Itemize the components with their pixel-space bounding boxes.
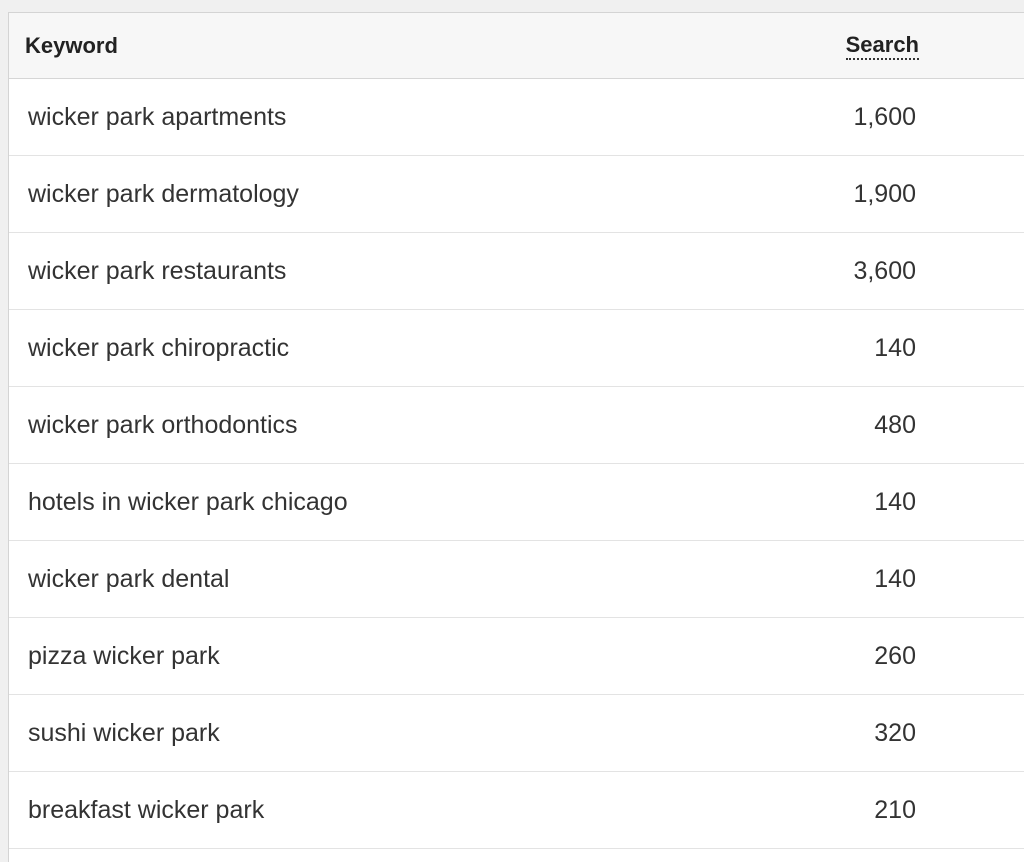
search-volume-cell: 1,900 [853,180,916,208]
table-row: wicker park dental 140 [9,541,1024,618]
table-row: wicker park orthodontics 480 [9,387,1024,464]
table-row: breakfast wicker park 210 [9,772,1024,849]
table-row: wicker park dermatology 1,900 [9,156,1024,233]
search-volume-cell: 210 [874,796,916,824]
keyword-cell: wicker park orthodontics [28,411,298,439]
search-volume-cell: 140 [874,488,916,516]
search-volume-cell: 260 [874,642,916,670]
keyword-cell: wicker park restaurants [28,257,287,285]
keyword-cell: wicker park dermatology [28,180,299,208]
keyword-cell: hotels in wicker park chicago [28,488,348,516]
table-row: sushi wicker park 320 [9,695,1024,772]
search-volume-cell: 320 [874,719,916,747]
search-volume-cell: 1,600 [853,103,916,131]
table-row: pizza wicker park 260 [9,618,1024,695]
search-volume-cell: 480 [874,411,916,439]
table-row: wicker park chiropractic 140 [9,310,1024,387]
keyword-table: Keyword Search wicker park apartments 1,… [8,12,1024,862]
search-volume-cell: 140 [874,334,916,362]
keyword-column-header: Keyword [25,33,118,58]
search-volume-cell: 140 [874,565,916,593]
keyword-cell: wicker park apartments [28,103,287,131]
table-row: wicker park restaurants 3,600 [9,233,1024,310]
table-row: wicker park apartments 1,600 [9,79,1024,156]
table-header: Keyword Search [9,13,1024,79]
table-row: hotels in wicker park chicago 140 [9,464,1024,541]
keyword-cell: wicker park chiropractic [28,334,290,362]
search-volume-cell: 3,600 [853,257,916,285]
table-body: wicker park apartments 1,600 wicker park… [9,79,1024,849]
keyword-cell: pizza wicker park [28,642,220,670]
keyword-cell: breakfast wicker park [28,796,265,824]
keyword-cell: sushi wicker park [28,719,220,747]
search-column-header[interactable]: Search [845,32,919,61]
keyword-cell: wicker park dental [28,565,230,593]
